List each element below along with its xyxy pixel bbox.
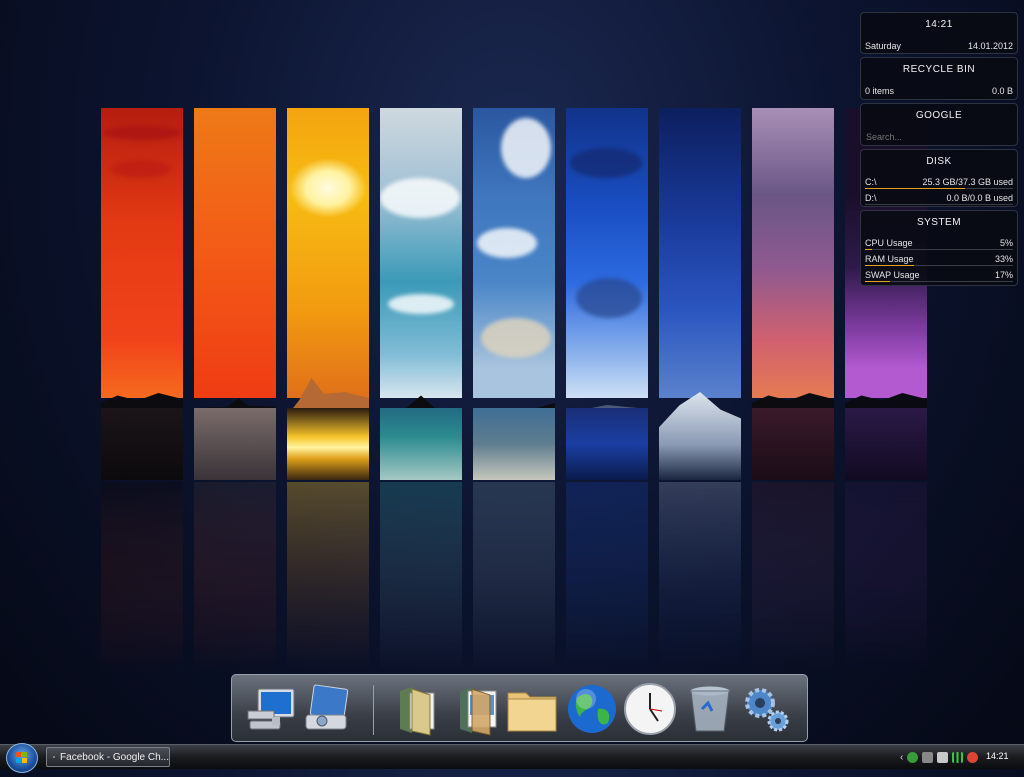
taskbar: Facebook - Google Ch... ‹ 14:21 — [0, 743, 1024, 773]
system-metric-value: 17% — [994, 270, 1013, 280]
clock-time: 14:21 — [925, 19, 953, 30]
recycle-bin-title: RECYCLE BIN — [902, 64, 976, 75]
taskbar-item-label: Facebook - Google Ch... — [60, 751, 169, 763]
desktop-wallpaper: 14:21 Saturday 14.01.2012 RECYCLE BIN 0 … — [0, 0, 1024, 744]
wallpaper-strip-cyan — [380, 108, 462, 480]
globe-icon[interactable] — [564, 681, 620, 737]
clock-icon[interactable] — [622, 681, 678, 737]
recycle-bin-items: 0 items — [865, 86, 895, 96]
drive-label: C:\ — [865, 177, 877, 187]
google-title: GOOGLE — [915, 110, 963, 121]
antivirus-icon[interactable] — [967, 751, 979, 763]
system-metric-label: SWAP Usage — [865, 270, 920, 280]
wallpaper-strip-red — [101, 108, 183, 480]
pictures-folder-icon[interactable] — [450, 681, 506, 737]
control-panel-icon[interactable] — [300, 681, 356, 737]
system-metric-label: CPU Usage — [865, 238, 913, 248]
drive-usage-bar — [865, 204, 1013, 205]
disk-gadget[interactable]: DISK C:\ 25.3 GB/37.3 GB used D:\ 0.0 B/… — [860, 149, 1018, 207]
system-gadget[interactable]: SYSTEM CPU Usage 5% RAM Usage 33% SWAP U… — [860, 210, 1018, 286]
taskbar-clock[interactable]: 14:21 — [986, 751, 1009, 761]
taskbar-item-chrome[interactable]: Facebook - Google Ch... — [46, 747, 170, 767]
wallpaper-reflection — [473, 482, 555, 672]
chevron-left-icon[interactable]: ‹ — [900, 752, 903, 763]
signal-bars-icon[interactable] — [952, 751, 964, 763]
ram-usage-bar — [865, 265, 1013, 266]
swap-usage-bar — [865, 281, 1013, 282]
wallpaper-reflection — [101, 482, 183, 672]
wallpaper-strip-deep-blue — [566, 108, 648, 480]
start-button[interactable] — [6, 743, 38, 773]
wallpaper-strip-navy — [659, 108, 741, 480]
wallpaper-reflection — [380, 482, 462, 672]
wallpaper-reflection — [845, 482, 927, 672]
wallpaper-reflection — [566, 482, 648, 672]
google-gadget: GOOGLE — [860, 103, 1018, 146]
clock-day: Saturday — [865, 41, 902, 51]
cpu-usage-bar — [865, 249, 1013, 250]
wallpaper-reflection — [194, 482, 276, 672]
security-icon[interactable] — [922, 751, 934, 763]
folder-icon[interactable] — [504, 681, 560, 737]
clock-gadget[interactable]: 14:21 Saturday 14.01.2012 — [860, 12, 1018, 54]
wallpaper-strip-yellow — [287, 108, 369, 480]
wallpaper-strip-blue-sky — [473, 108, 555, 480]
system-metric-value: 33% — [994, 254, 1013, 264]
wallpaper-reflection — [752, 482, 834, 672]
settings-gears-icon[interactable] — [738, 681, 794, 737]
drive-usage: 0.0 B/0.0 B used — [946, 193, 1013, 203]
dock-separator — [373, 685, 374, 735]
system-tray: ‹ — [900, 748, 979, 766]
wallpaper-reflection — [287, 482, 369, 672]
system-metric-value: 5% — [999, 238, 1013, 248]
recycle-bin-gadget[interactable]: RECYCLE BIN 0 items 0.0 B — [860, 57, 1018, 100]
system-metric-label: RAM Usage — [865, 254, 914, 264]
documents-folder-icon[interactable] — [390, 681, 446, 737]
drive-usage-bar — [865, 188, 1013, 189]
clock-date: 14.01.2012 — [967, 41, 1013, 51]
wallpaper-strip-orange — [194, 108, 276, 480]
computer-icon[interactable] — [244, 681, 300, 737]
network-icon[interactable] — [937, 751, 949, 763]
utorrent-icon[interactable] — [907, 751, 919, 763]
disk-title: DISK — [926, 156, 952, 167]
wallpaper-strip-purple-pink — [752, 108, 834, 480]
google-search-input[interactable] — [864, 129, 1018, 145]
chrome-icon — [53, 755, 56, 759]
drive-usage: 25.3 GB/37.3 GB used — [922, 177, 1013, 187]
recycle-bin-icon[interactable] — [682, 681, 738, 737]
wallpaper-reflection — [659, 482, 741, 672]
system-title: SYSTEM — [916, 217, 962, 228]
drive-label: D:\ — [865, 193, 877, 203]
dock — [231, 674, 808, 742]
recycle-bin-size: 0.0 B — [991, 86, 1013, 96]
